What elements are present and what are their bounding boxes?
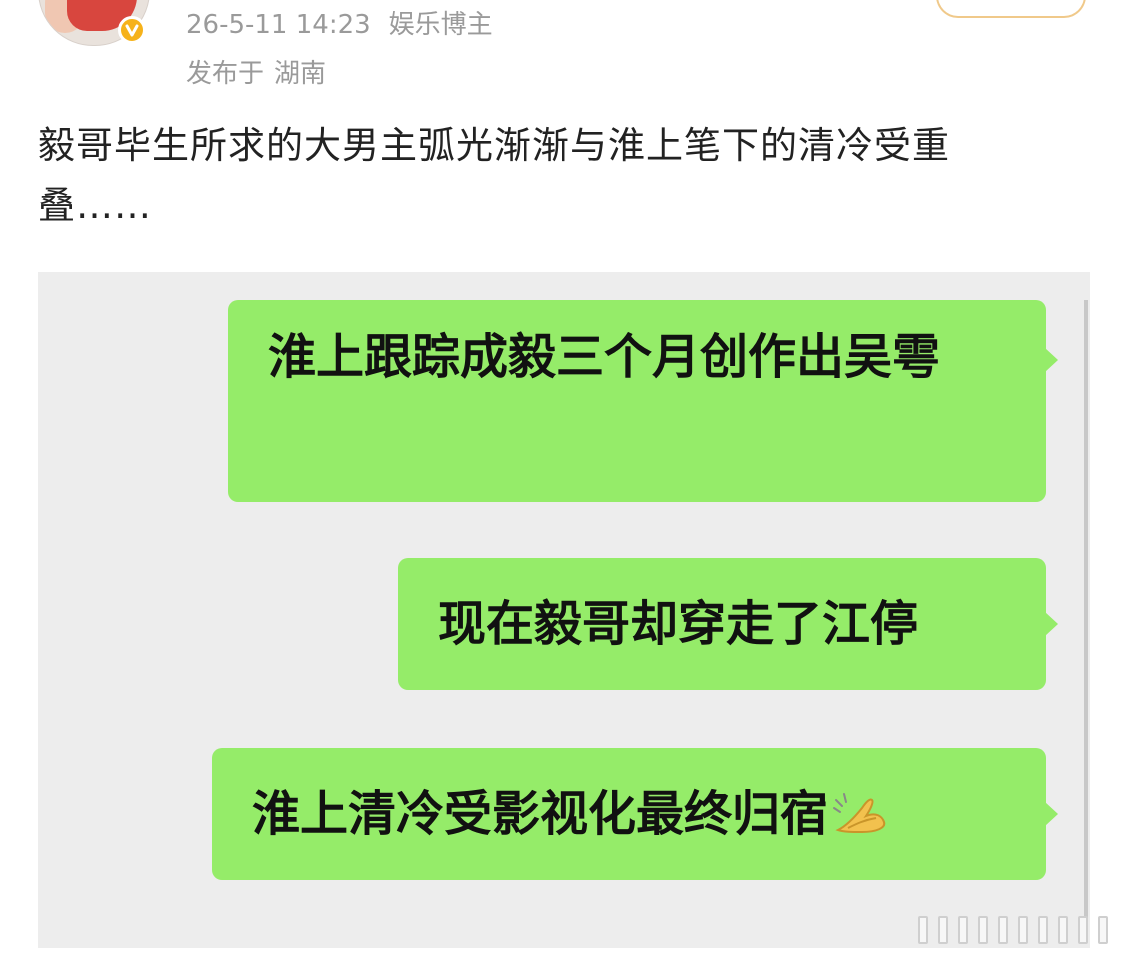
post-text: 毅哥毕生所求的大男主弧光渐渐与淮上笔下的清冷受重叠…… xyxy=(38,124,950,227)
praying-hands-icon xyxy=(832,754,888,834)
follow-button[interactable] xyxy=(936,0,1086,18)
chat-bubble: 淮上跟踪成毅三个月创作出吴雩 xyxy=(228,300,1058,502)
chat-message-text: 淮上跟踪成毅三个月创作出吴雩 xyxy=(268,329,941,385)
post-timestamp: 26-5-11 14:23 xyxy=(186,10,371,40)
watermark-logo xyxy=(918,916,1114,946)
post-meta: 26-5-11 14:23 娱乐博主 xyxy=(186,4,493,41)
chat-bubble: 淮上清冷受影视化最终归宿 xyxy=(212,748,1058,880)
verified-v-icon xyxy=(118,16,146,44)
chat-divider xyxy=(1084,300,1088,920)
author-tag: 娱乐博主 xyxy=(388,10,493,40)
chat-bubble: 现在毅哥却穿走了江停 xyxy=(398,558,1058,690)
location-name: 湖南 xyxy=(274,59,327,89)
chat-message-text: 淮上清冷受影视化最终归宿 xyxy=(252,786,829,842)
chat-message-text: 现在毅哥却穿走了江停 xyxy=(438,596,919,652)
location-prefix: 发布于 xyxy=(186,59,265,89)
post-location: 发布于 湖南 xyxy=(186,53,326,90)
